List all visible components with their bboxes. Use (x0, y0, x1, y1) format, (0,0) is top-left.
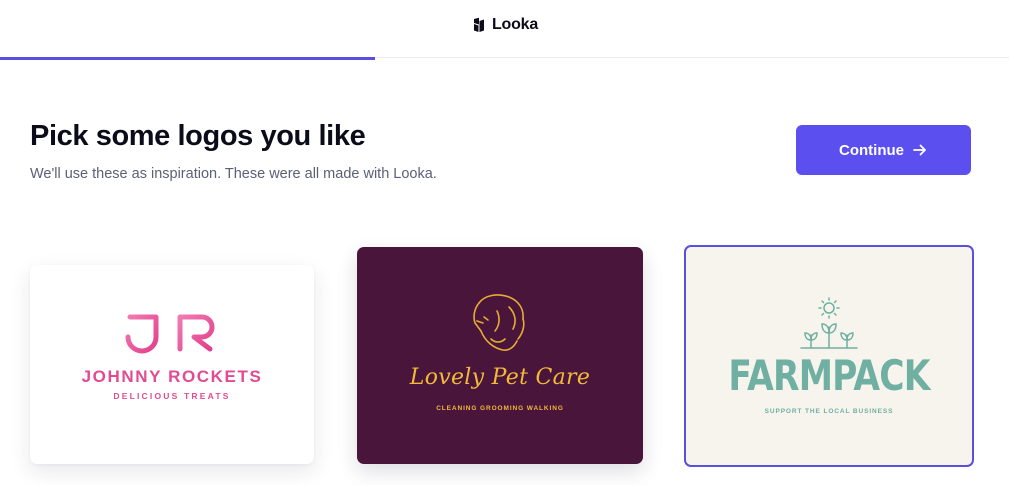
jr-monogram-icon (125, 314, 215, 354)
top-bar: Looka (0, 0, 1009, 58)
logo-tagline: CLEANING GROOMING WALKING (436, 405, 564, 412)
continue-button-label: Continue (839, 141, 904, 159)
logo-card-lovely-pet-care[interactable]: Lovely Pet Care CLEANING GROOMING WALKIN… (357, 247, 643, 464)
page-title: Pick some logos you like (30, 120, 366, 152)
brand-logo: Looka (0, 16, 1009, 34)
logo-card-farmpack[interactable]: FARMPACK SUPPORT THE LOCAL BUSINESS (684, 245, 974, 467)
logo-tagline: SUPPORT THE LOCAL BUSINESS (764, 408, 894, 415)
logo-card-johnny-rockets[interactable]: JOHNNY ROCKETS DELICIOUS TREATS (30, 265, 314, 464)
progress-bar (0, 57, 375, 60)
continue-button[interactable]: Continue (796, 125, 971, 175)
looka-logo-icon (473, 17, 484, 32)
logo-name: JOHNNY ROCKETS (81, 367, 263, 386)
dog-face-icon (473, 294, 525, 351)
page-subtitle: We'll use these as inspiration. These we… (30, 166, 437, 182)
logo-tagline: DELICIOUS TREATS (113, 391, 231, 401)
logo-name: Lovely Pet Care (409, 365, 591, 390)
arrow-right-icon (913, 144, 926, 156)
logo-name: FARMPACK (728, 351, 930, 400)
brand-name: Looka (491, 16, 539, 33)
